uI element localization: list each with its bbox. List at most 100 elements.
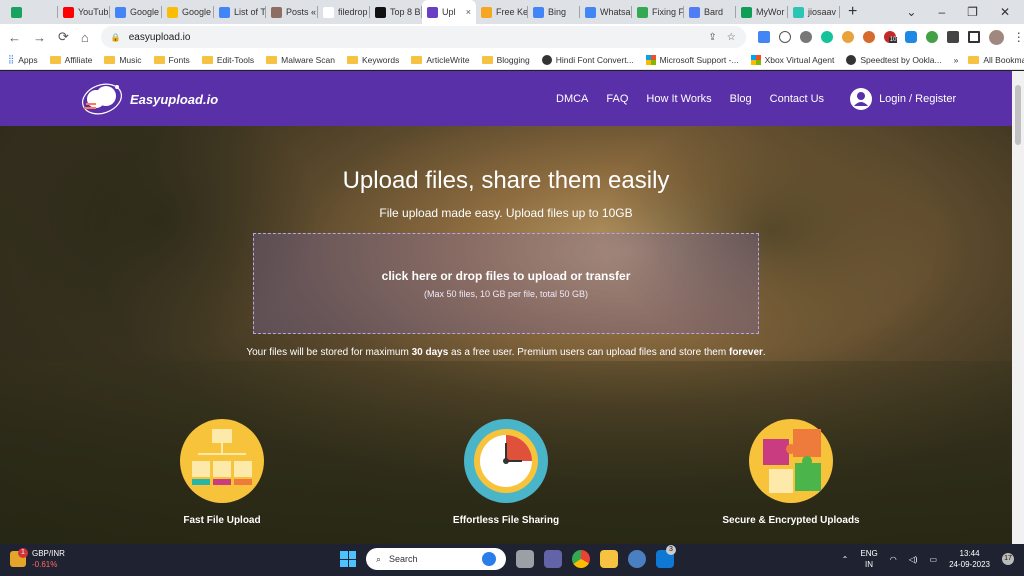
login-register-link[interactable]: Login / Register [850, 87, 957, 110]
taskbar-search[interactable]: ⌕ Search [366, 548, 506, 570]
minimize-button[interactable]: – [938, 5, 945, 19]
more-bookmarks-button[interactable]: » [954, 55, 959, 65]
volume-icon[interactable]: ◁) [909, 555, 918, 564]
settings-icon[interactable] [628, 550, 646, 568]
bookmark-item[interactable]: Edit-Tools [201, 54, 255, 65]
address-bar[interactable]: 🔒 easyupload.io ⇪ ☆ [100, 26, 746, 48]
bookmark-item[interactable]: Hindi Font Convert... [541, 54, 634, 65]
extension-icon[interactable] [841, 31, 854, 43]
browser-tab[interactable]: Upl × [422, 0, 476, 24]
restore-button[interactable]: ❐ [967, 5, 978, 19]
windows-start-icon[interactable] [340, 551, 356, 567]
chrome-icon[interactable] [572, 550, 590, 568]
bookmark-item[interactable]: Music [104, 54, 142, 65]
adblock-extension-icon[interactable]: 10 [883, 31, 898, 43]
extension-icon[interactable] [799, 31, 812, 43]
browser-tab[interactable]: Whatsa [580, 0, 632, 24]
back-button[interactable]: ← [8, 30, 21, 45]
folder-icon [481, 55, 493, 64]
bookmark-item[interactable]: Keywords [347, 55, 399, 65]
bookmark-label: Edit-Tools [216, 54, 255, 65]
bookmark-item[interactable]: Microsoft Support -... [645, 54, 739, 65]
new-tab-button[interactable]: + [840, 3, 865, 21]
bookmark-item[interactable]: ⣿ Apps [8, 54, 38, 65]
tab-favicon-icon [375, 6, 386, 18]
grammarly-extension-icon[interactable] [820, 31, 833, 43]
nav-contact-us[interactable]: Contact Us [770, 93, 824, 105]
forward-button[interactable]: → [33, 30, 46, 45]
browser-tab[interactable]: Top 8 B [370, 0, 422, 24]
close-window-button[interactable]: ✕ [1000, 5, 1010, 19]
home-button[interactable]: ⌂ [81, 30, 89, 45]
storage-days: 30 days [411, 347, 449, 358]
bookmark-label: Music [119, 54, 142, 65]
task-view-icon[interactable] [516, 550, 534, 568]
menu-dots-icon[interactable]: ⋮ [1013, 30, 1024, 44]
sidepanel-icon[interactable] [967, 31, 980, 43]
feature-label: Effortless File Sharing [452, 515, 560, 526]
site-favicon-icon [541, 54, 552, 65]
battery-icon[interactable]: ▭ [930, 555, 938, 564]
file-explorer-icon[interactable] [600, 550, 618, 568]
nav-blog[interactable]: Blog [730, 93, 752, 105]
bookmark-item[interactable]: Speedtest by Ookla... [846, 54, 942, 65]
shield-extension-icon[interactable] [904, 31, 917, 43]
feature-secure-uploads: Secure & Encrypted Uploads [691, 419, 891, 526]
nav-faq[interactable]: FAQ [606, 93, 628, 105]
nav-dmca[interactable]: DMCA [556, 93, 588, 105]
upload-dropzone[interactable]: click here or drop files to upload or tr… [253, 233, 759, 334]
profile-avatar[interactable] [988, 29, 1004, 45]
browser-tab[interactable]: Bing [528, 0, 580, 24]
wifi-icon[interactable]: ◠ [890, 555, 897, 564]
browser-tab[interactable]: List of T [214, 0, 266, 24]
browser-tab[interactable]: YouTub [58, 0, 110, 24]
tab-favicon-icon [585, 6, 596, 18]
browser-tab[interactable]: Bard [684, 0, 736, 24]
nav-how-it-works[interactable]: How It Works [646, 93, 711, 105]
clock[interactable]: 13:44 24-09-2023 [949, 548, 990, 570]
translate-extension-icon[interactable] [757, 31, 770, 43]
site-header: Easyupload.io DMCA FAQ How It Works Blog… [0, 71, 1012, 126]
browser-tab[interactable]: filedrop [318, 0, 370, 24]
bookmark-label: Hindi Font Convert... [555, 54, 634, 65]
mail-icon[interactable]: 3 [656, 545, 676, 568]
close-tab-icon[interactable]: × [466, 7, 471, 17]
puzzle-icon [749, 419, 833, 503]
tab-search-icon[interactable]: ⌄ [906, 5, 916, 19]
bookmark-item[interactable]: Fonts [153, 55, 190, 65]
browser-tab[interactable]: Posts « [266, 0, 318, 24]
bookmark-item[interactable]: Xbox Virtual Agent [750, 54, 834, 65]
language-indicator[interactable]: ENG IN [860, 548, 877, 570]
browser-tab[interactable]: Free Ke [476, 0, 528, 24]
bookmark-star-icon[interactable]: ☆ [727, 32, 736, 43]
tab-favicon-icon [323, 6, 334, 18]
mail-badge: 3 [666, 545, 676, 555]
notification-badge[interactable]: 17 [1002, 553, 1014, 565]
puzzle-extensions-icon[interactable] [946, 31, 959, 43]
browser-tab[interactable] [6, 0, 58, 24]
bookmark-item[interactable]: Malware Scan [266, 55, 335, 65]
url-text[interactable]: easyupload.io [129, 32, 191, 43]
bookmark-item[interactable]: Affiliate [49, 55, 92, 65]
browser-tab[interactable]: Google [162, 0, 214, 24]
reload-button[interactable]: ⟳ [58, 29, 69, 45]
scrollbar-thumb[interactable] [1015, 85, 1021, 145]
browser-tab[interactable]: jiosaav [788, 0, 840, 24]
chevron-up-icon[interactable]: ⌃ [842, 555, 849, 564]
page-scrollbar[interactable] [1012, 71, 1024, 544]
hindi-extension-icon[interactable] [778, 31, 791, 43]
bookmark-item[interactable]: Blogging [481, 55, 530, 65]
site-logo[interactable]: Easyupload.io [80, 81, 218, 117]
tab-label: Free Ke [496, 7, 528, 17]
all-bookmarks-button[interactable]: All Bookmarks [968, 55, 1024, 65]
stocks-widget[interactable]: 1 GBP/INR -0.61% [10, 548, 65, 570]
login-label: Login / Register [879, 92, 957, 105]
extension-icon[interactable] [862, 31, 875, 43]
browser-tab[interactable]: MyWor [736, 0, 788, 24]
bookmark-item[interactable]: ArticleWrite [411, 55, 470, 65]
teams-icon[interactable] [544, 550, 562, 568]
share-icon[interactable]: ⇪ [708, 32, 716, 43]
browser-tab[interactable]: Google [110, 0, 162, 24]
browser-tab[interactable]: Fixing F [632, 0, 684, 24]
extension-icon[interactable] [925, 31, 938, 43]
